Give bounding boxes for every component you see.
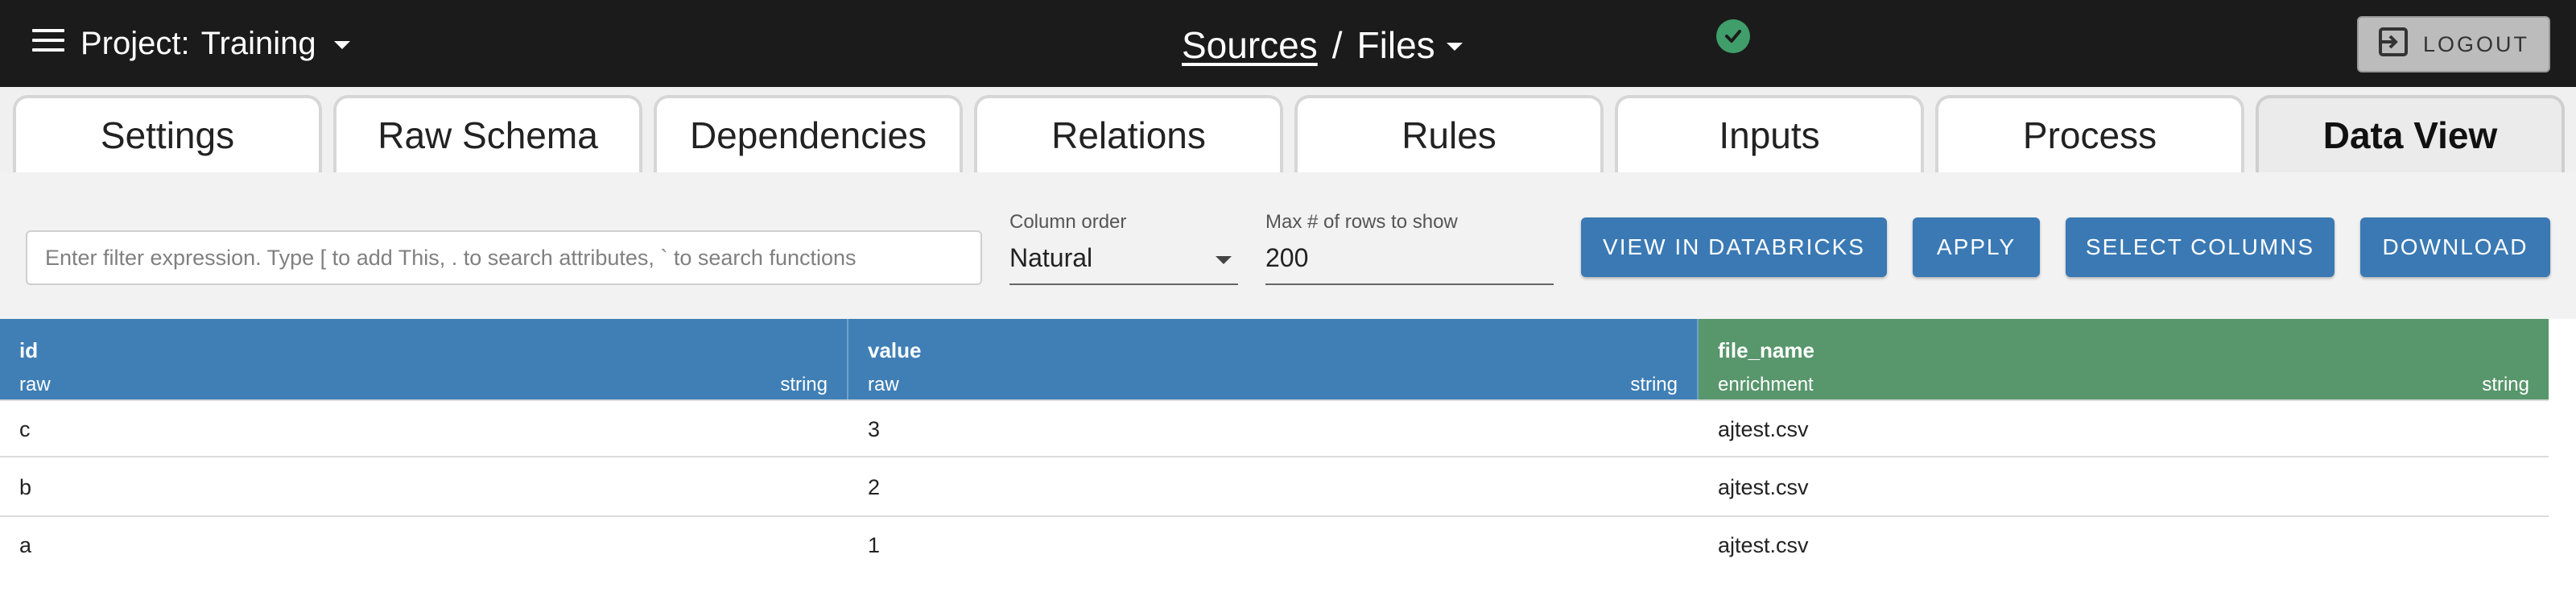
logout-icon	[2378, 27, 2409, 63]
column-type: string	[780, 374, 828, 395]
tab-label: Settings	[100, 114, 235, 156]
column-name: value	[868, 338, 922, 362]
column-type: string	[1630, 374, 1678, 395]
tab-label: Raw Schema	[378, 114, 598, 156]
breadcrumb-files-selector[interactable]: Files	[1357, 23, 1463, 68]
table-cell: c	[19, 417, 31, 441]
project-label: Project:	[80, 26, 190, 61]
top-app-bar: Project: Training Sources / Files LOGOUT	[0, 0, 2576, 87]
status-check-icon	[1716, 19, 1750, 53]
logout-label: LOGOUT	[2422, 31, 2529, 56]
column-order-label: Column order	[1009, 211, 1127, 233]
breadcrumb: Sources / Files	[1182, 23, 1463, 68]
tab-relations[interactable]: Relations	[974, 95, 1283, 172]
breadcrumb-files-label: Files	[1356, 24, 1435, 66]
filter-expression-input[interactable]	[26, 230, 982, 285]
tab-rules[interactable]: Rules	[1294, 95, 1604, 172]
view-in-databricks-button[interactable]: VIEW IN DATABRICKS	[1581, 217, 1887, 277]
column-source: raw	[19, 374, 51, 395]
chevron-down-icon[interactable]	[1216, 256, 1232, 264]
chevron-down-icon	[1446, 43, 1463, 51]
logout-button[interactable]: LOGOUT	[2357, 16, 2550, 72]
tab-data-view[interactable]: Data View	[2256, 95, 2565, 172]
column-type: string	[2482, 374, 2529, 395]
column-header-value[interactable]: value raw string	[848, 319, 1699, 399]
breadcrumb-sources-link[interactable]: Sources	[1182, 23, 1318, 68]
project-name: Training	[200, 26, 316, 61]
table-header: id raw string value raw string file_name…	[0, 319, 2549, 399]
tab-raw-schema[interactable]: Raw Schema	[333, 95, 642, 172]
hamburger-menu-icon[interactable]	[32, 29, 64, 58]
select-columns-button[interactable]: SELECT COLUMNS	[2066, 217, 2334, 277]
table-cell: 1	[868, 533, 881, 557]
max-rows-underline	[1265, 283, 1554, 285]
table-cell: b	[19, 475, 32, 499]
breadcrumb-separator: /	[1331, 24, 1343, 66]
table-cell: ajtest.csv	[1718, 533, 1809, 557]
chevron-down-icon	[333, 41, 350, 49]
tab-label: Process	[2022, 114, 2157, 156]
data-view-toolbar: Column order Natural Max # of rows to sh…	[0, 172, 2576, 319]
column-source: enrichment	[1718, 374, 1814, 395]
table-cell: ajtest.csv	[1718, 417, 1809, 441]
table-cell: ajtest.csv	[1718, 475, 1809, 499]
download-button[interactable]: DOWNLOAD	[2360, 217, 2550, 277]
tab-label: Relations	[1051, 114, 1206, 156]
apply-button[interactable]: APPLY	[1913, 217, 2040, 277]
table-cell: a	[19, 533, 32, 557]
tab-inputs[interactable]: Inputs	[1615, 95, 1924, 172]
tab-settings[interactable]: Settings	[13, 95, 322, 172]
column-header-id[interactable]: id raw string	[0, 319, 848, 399]
tab-process[interactable]: Process	[1935, 95, 2244, 172]
max-rows-label: Max # of rows to show	[1265, 211, 1458, 233]
column-header-file-name[interactable]: file_name enrichment string	[1699, 319, 2549, 399]
table-row: a 1 ajtest.csv	[0, 517, 2549, 575]
tab-label: Inputs	[1719, 114, 1820, 156]
tab-label: Data View	[2322, 114, 2498, 156]
max-rows-input[interactable]: 200	[1265, 243, 1308, 273]
tab-dependencies[interactable]: Dependencies	[654, 95, 963, 172]
tab-label: Rules	[1402, 114, 1496, 156]
table-cell: 3	[868, 417, 881, 441]
column-order-select[interactable]: Natural	[1009, 243, 1092, 273]
table-row: b 2 ajtest.csv	[0, 459, 2549, 517]
column-name: file_name	[1718, 338, 1814, 362]
tab-label: Dependencies	[689, 114, 927, 156]
table-row: c 3 ajtest.csv	[0, 399, 2549, 457]
column-source: raw	[868, 374, 899, 395]
table-cell: 2	[868, 475, 881, 499]
column-name: id	[19, 338, 39, 362]
project-selector[interactable]: Project: Training	[80, 23, 350, 64]
column-order-underline	[1009, 283, 1238, 285]
